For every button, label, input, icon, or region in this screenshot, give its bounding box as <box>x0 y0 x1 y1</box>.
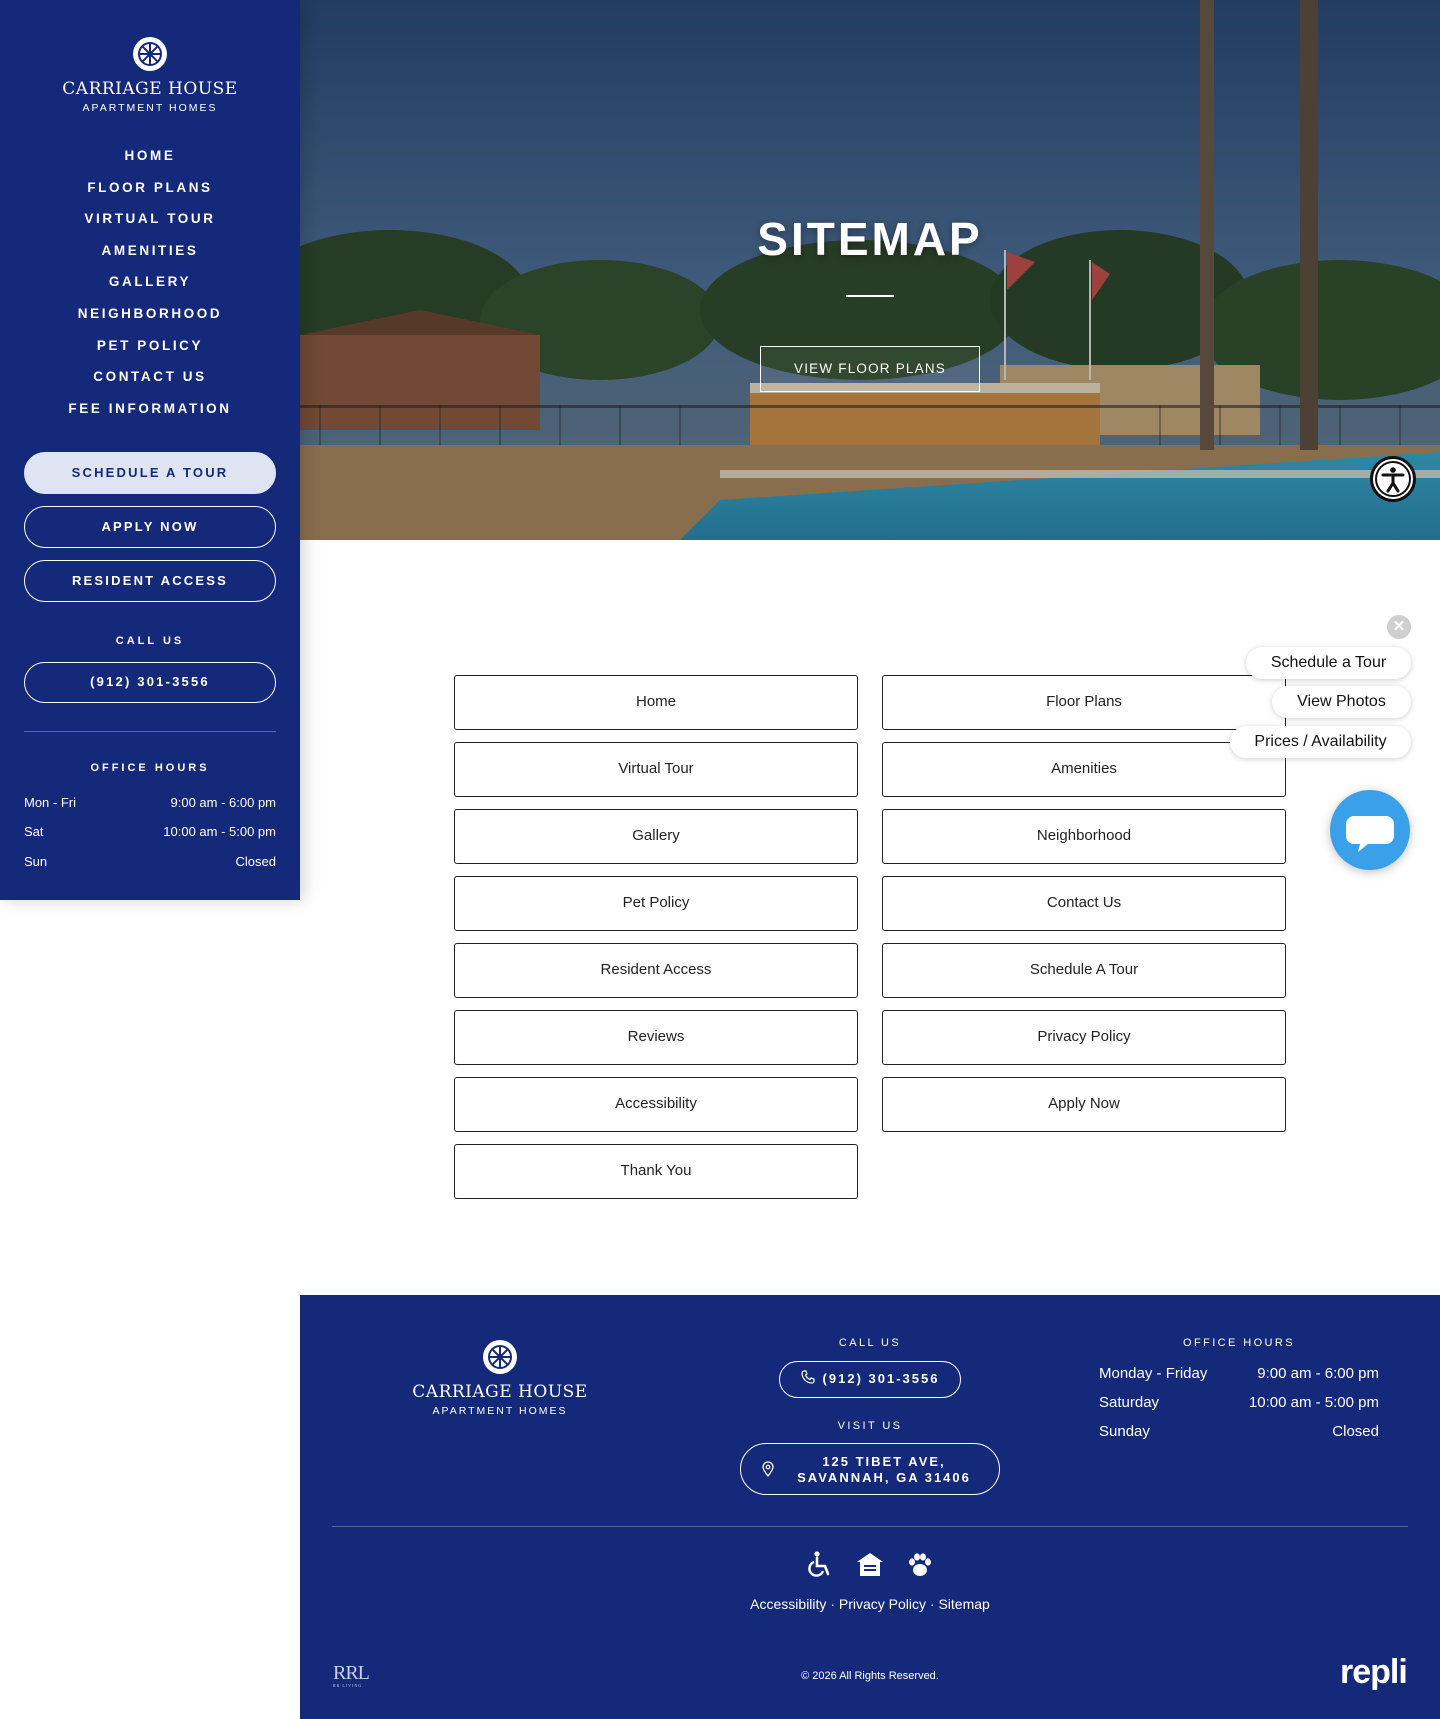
hours-day: Mon - Fri <box>24 795 76 810</box>
address-line-1: 125 TIBET AVE, <box>822 1454 946 1469</box>
hours-time: 9:00 am - 6:00 pm <box>1257 1365 1379 1382</box>
footer-hours-row: Sunday Closed <box>1099 1423 1379 1440</box>
hours-day: Sat <box>24 824 44 839</box>
hours-day: Sunday <box>1099 1423 1150 1440</box>
footer: CARRIAGE HOUSE APARTMENT HOMES CALL US (… <box>300 1295 1440 1719</box>
paw-icon <box>905 1550 935 1585</box>
sitemap-link-reviews[interactable]: Reviews <box>454 1010 858 1065</box>
office-hours-label: OFFICE HOURS <box>90 762 210 774</box>
hours-row: Sat 10:00 am - 5:00 pm <box>24 824 276 839</box>
widget-view-photos-option[interactable]: View Photos <box>1272 686 1411 718</box>
footer-phone-button[interactable]: (912) 301-3556 <box>779 1361 961 1398</box>
wheelchair-icon <box>805 1550 835 1585</box>
hours-time: 9:00 am - 6:00 pm <box>170 795 277 810</box>
equal-housing-icon <box>855 1550 885 1585</box>
sitemap-link-schedule-a-tour[interactable]: Schedule A Tour <box>882 943 1286 998</box>
footer-link-accessibility[interactable]: Accessibility <box>750 1596 826 1612</box>
view-floor-plans-button[interactable]: VIEW FLOOR PLANS <box>760 346 980 392</box>
sitemap-link-pet-policy[interactable]: Pet Policy <box>454 876 858 931</box>
sidebar-item-home[interactable]: HOME <box>0 144 300 176</box>
hero-background-image <box>300 0 1440 540</box>
footer-phone-text: (912) 301-3556 <box>822 1371 940 1386</box>
hours-day: Sun <box>24 854 48 869</box>
sitemap-link-neighborhood[interactable]: Neighborhood <box>882 809 1286 864</box>
sitemap-link-apply-now[interactable]: Apply Now <box>882 1077 1286 1132</box>
sidebar-item-pet-policy[interactable]: PET POLICY <box>0 334 300 366</box>
wheel-logo-icon <box>482 1339 518 1375</box>
widget-schedule-tour-option[interactable]: Schedule a Tour <box>1246 647 1411 679</box>
hours-time: 10:00 am - 5:00 pm <box>1248 1394 1379 1411</box>
map-pin-icon <box>761 1461 775 1480</box>
sidebar: CARRIAGE HOUSE APARTMENT HOMES HOME FLOO… <box>0 0 300 900</box>
sitemap-link-accessibility[interactable]: Accessibility <box>454 1077 858 1132</box>
footer-office-hours-label: OFFICE HOURS <box>1183 1337 1295 1349</box>
sidebar-item-fee-information[interactable]: FEE INFORMATION <box>0 397 300 429</box>
hours-day: Monday - Friday <box>1099 1365 1208 1382</box>
sidebar-item-floor-plans[interactable]: FLOOR PLANS <box>0 176 300 208</box>
sitemap-link-home[interactable]: Home <box>454 675 858 730</box>
sitemap-link-resident-access[interactable]: Resident Access <box>454 943 858 998</box>
footer-visit-us-label: VISIT US <box>837 1420 903 1432</box>
sidebar-phone-button[interactable]: (912) 301-3556 <box>24 662 276 703</box>
sidebar-divider <box>24 731 276 732</box>
accessibility-person-icon[interactable] <box>1370 456 1416 502</box>
sitemap-link-gallery[interactable]: Gallery <box>454 809 858 864</box>
footer-links: Accessibility · Privacy Policy · Sitemap <box>300 1596 1440 1612</box>
sitemap-link-amenities[interactable]: Amenities <box>882 742 1286 797</box>
chat-bubble-icon[interactable] <box>1330 790 1410 870</box>
copyright: © 2026 All Rights Reserved. <box>801 1670 939 1682</box>
apply-now-button[interactable]: APPLY NOW <box>24 506 276 548</box>
footer-hours-row: Monday - Friday 9:00 am - 6:00 pm <box>1099 1365 1379 1382</box>
hours-time: 10:00 am - 5:00 pm <box>163 824 276 839</box>
sitemap-link-contact-us[interactable]: Contact Us <box>882 876 1286 931</box>
phone-icon <box>800 1363 815 1397</box>
footer-call-us-label: CALL US <box>838 1337 902 1349</box>
address-line-2: SAVANNAH, GA 31406 <box>797 1470 971 1485</box>
wheel-logo-icon <box>132 36 168 72</box>
widget-prices-availability-option[interactable]: Prices / Availability <box>1230 726 1411 758</box>
sitemap-link-thank-you[interactable]: Thank You <box>454 1144 858 1199</box>
page: CARRIAGE HOUSE APARTMENT HOMES HOME FLOO… <box>0 0 1440 1719</box>
footer-divider <box>332 1526 1408 1527</box>
brand-subtitle: APARTMENT HOMES <box>82 102 218 114</box>
repli-logo[interactable]: repli <box>1340 1653 1408 1692</box>
hours-row: Sun Closed <box>24 854 276 869</box>
sitemap-link-virtual-tour[interactable]: Virtual Tour <box>454 742 858 797</box>
hours-day: Saturday <box>1099 1394 1160 1411</box>
footer-badges <box>805 1550 935 1585</box>
sidebar-item-neighborhood[interactable]: NEIGHBORHOOD <box>0 302 300 334</box>
sidebar-item-gallery[interactable]: GALLERY <box>0 270 300 302</box>
sidebar-logo[interactable]: CARRIAGE HOUSE APARTMENT HOMES <box>0 36 300 114</box>
sitemap-link-privacy-policy[interactable]: Privacy Policy <box>882 1010 1286 1065</box>
footer-link-privacy-policy[interactable]: Privacy Policy <box>839 1596 926 1612</box>
hero-divider <box>846 295 894 297</box>
brand-subtitle: APARTMENT HOMES <box>432 1405 568 1417</box>
hours-time: Closed <box>1332 1423 1379 1440</box>
footer-logo[interactable]: CARRIAGE HOUSE APARTMENT HOMES <box>400 1339 600 1417</box>
sidebar-item-virtual-tour[interactable]: VIRTUAL TOUR <box>0 207 300 239</box>
sidebar-item-amenities[interactable]: AMENITIES <box>0 239 300 271</box>
footer-link-sitemap[interactable]: Sitemap <box>938 1596 989 1612</box>
sidebar-item-contact-us[interactable]: CONTACT US <box>0 365 300 397</box>
hours-row: Mon - Fri 9:00 am - 6:00 pm <box>24 795 276 810</box>
footer-link-separator: · <box>830 1596 835 1612</box>
footer-hours-row: Saturday 10:00 am - 5:00 pm <box>1099 1394 1379 1411</box>
brand-name: CARRIAGE HOUSE <box>412 1382 588 1402</box>
hours-time: Closed <box>235 854 276 869</box>
sidebar-nav: HOME FLOOR PLANS VIRTUAL TOUR AMENITIES … <box>0 144 300 428</box>
page-title: SITEMAP <box>757 213 983 265</box>
widget-close-button[interactable]: ✕ <box>1387 615 1411 639</box>
resident-access-button[interactable]: RESIDENT ACCESS <box>24 560 276 602</box>
sitemap-link-floor-plans[interactable]: Floor Plans <box>882 675 1286 730</box>
brand-name: CARRIAGE HOUSE <box>62 79 238 99</box>
footer-link-separator: · <box>929 1596 935 1612</box>
schedule-tour-button[interactable]: SCHEDULE A TOUR <box>24 452 276 494</box>
call-us-label: CALL US <box>115 635 185 647</box>
footer-address-button[interactable]: 125 TIBET AVE, SAVANNAH, GA 31406 <box>740 1443 1000 1495</box>
hero: SITEMAP VIEW FLOOR PLANS <box>300 0 1440 540</box>
